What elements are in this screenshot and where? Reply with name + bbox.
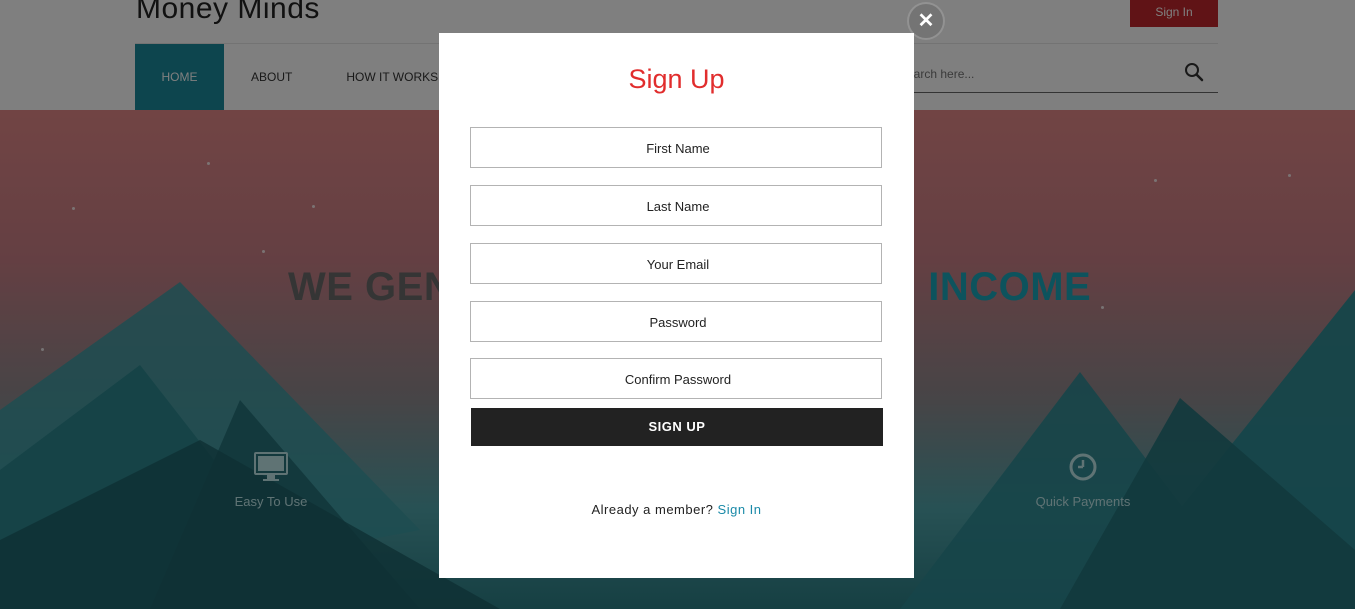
- confirm-password-field[interactable]: [471, 359, 885, 400]
- first-name-field[interactable]: [471, 128, 885, 169]
- email-field-wrapper: [470, 243, 885, 285]
- signin-link[interactable]: Sign In: [718, 502, 762, 517]
- member-prompt: Already a member? Sign In: [439, 502, 914, 517]
- modal-title: Sign Up: [628, 64, 725, 94]
- password-field-wrapper: [470, 301, 885, 343]
- close-icon[interactable]: ✕: [909, 4, 943, 38]
- signup-button[interactable]: SIGN UP: [471, 408, 883, 446]
- first-name-field-wrapper: [470, 127, 885, 169]
- email-field[interactable]: [471, 244, 885, 285]
- last-name-field[interactable]: [471, 186, 885, 227]
- last-name-field-wrapper: [470, 185, 885, 227]
- password-field[interactable]: [471, 302, 885, 343]
- confirm-password-field-wrapper: [470, 358, 885, 400]
- member-text: Already a member?: [591, 502, 714, 517]
- signup-modal: Sign Up SIGN UP Already a member? Sign I…: [439, 33, 914, 578]
